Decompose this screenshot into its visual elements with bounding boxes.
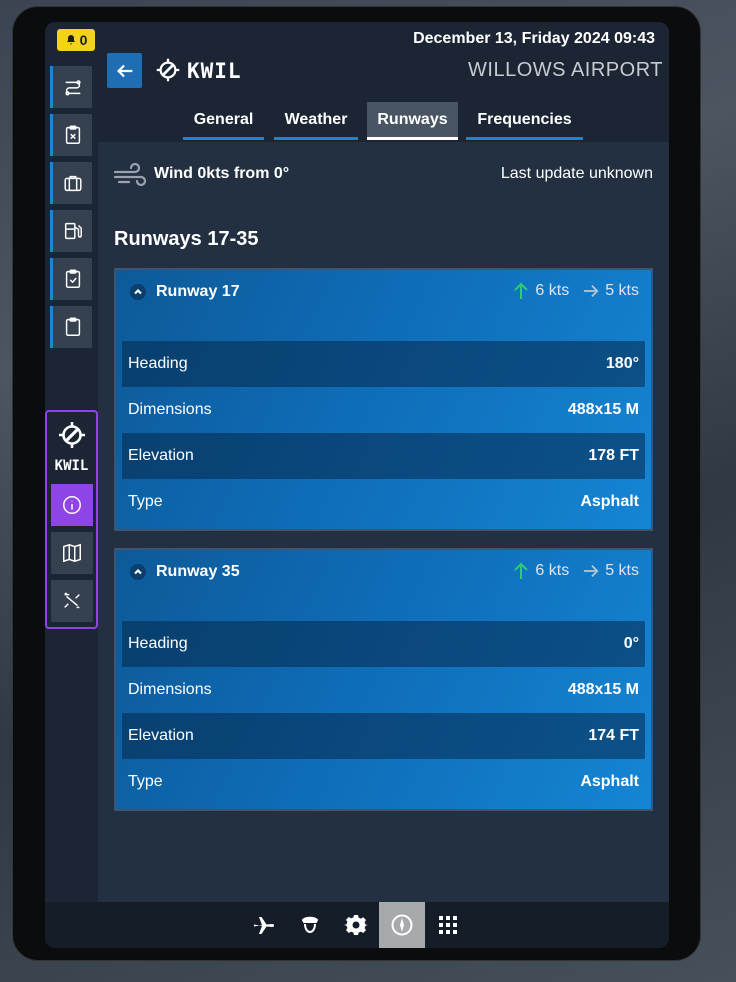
- row-label: Type: [128, 493, 163, 510]
- briefcase-icon: [63, 175, 82, 192]
- airport-icon: [156, 58, 180, 82]
- wind-icon: [113, 162, 147, 187]
- fuel-pump-icon: [64, 222, 82, 240]
- notification-count: 0: [79, 32, 88, 48]
- notification-badge[interactable]: 0: [57, 29, 95, 51]
- runway-elevation-row: Elevation 174 FT: [122, 713, 645, 759]
- crosswind: 5 kts: [583, 562, 639, 580]
- tab-frequencies[interactable]: Frequencies: [466, 102, 583, 140]
- bottom-nav-bar: [45, 902, 669, 948]
- bell-icon: [66, 35, 75, 45]
- chevron-up-icon: [130, 284, 146, 300]
- wind-summary: Wind 0kts from 0°: [154, 165, 290, 182]
- row-value: 0°: [623, 635, 639, 652]
- tab-general[interactable]: General: [183, 102, 264, 140]
- airport-map-button[interactable]: [51, 532, 93, 574]
- row-value: Asphalt: [580, 493, 639, 510]
- row-label: Elevation: [128, 447, 194, 464]
- airport-panel: KWIL: [45, 410, 98, 629]
- sidebar-checklist-x-button[interactable]: [50, 114, 92, 156]
- airport-ident: KWIL: [187, 59, 242, 83]
- row-label: Heading: [128, 635, 188, 652]
- headwind-value: 6 kts: [535, 282, 570, 299]
- row-value: 174 FT: [588, 727, 639, 744]
- row-value: 180°: [605, 355, 639, 372]
- back-button[interactable]: [107, 53, 142, 88]
- sidebar-route-settings-button[interactable]: [50, 66, 92, 108]
- arrow-right-icon: [584, 285, 599, 297]
- arrow-left-icon: [116, 64, 132, 77]
- clipboard-check-icon: [65, 269, 80, 288]
- row-value: 488x15 M: [567, 401, 639, 418]
- runways-section-title: Runways 17-35: [114, 228, 259, 250]
- row-label: Dimensions: [128, 681, 212, 698]
- runway-wind-components: 6 kts 5 kts: [513, 282, 639, 300]
- runway-wind-components: 6 kts 5 kts: [513, 562, 639, 580]
- crosswind-value: 5 kts: [605, 562, 639, 579]
- sidebar-fuel-button[interactable]: [50, 210, 92, 252]
- runway-heading-row: Heading 0°: [122, 621, 645, 667]
- headwind: 6 kts: [513, 562, 569, 580]
- tab-bar: General Weather Runways Frequencies: [98, 100, 669, 142]
- runway-title: Runway 35: [156, 563, 240, 580]
- runway-type-row: Type Asphalt: [122, 479, 645, 525]
- nav-settings-button[interactable]: [333, 902, 379, 948]
- nav-pilot-button[interactable]: [287, 902, 333, 948]
- pilot-icon: [301, 916, 319, 934]
- airport-name: WILLOWS AIRPORT: [468, 59, 663, 81]
- runway-elevation-row: Elevation 178 FT: [122, 433, 645, 479]
- sidebar-checklist-done-button[interactable]: [50, 258, 92, 300]
- efb-screen: 0 December 13, Friday 2024 09:43 KWIL KW…: [45, 22, 669, 948]
- row-label: Heading: [128, 355, 188, 372]
- crosswind-value: 5 kts: [605, 282, 639, 299]
- row-label: Dimensions: [128, 401, 212, 418]
- runway-dimensions-row: Dimensions 488x15 M: [122, 667, 645, 713]
- compass-icon: [391, 914, 413, 936]
- tab-runways[interactable]: Runways: [367, 102, 458, 140]
- arrow-right-icon: [584, 565, 599, 577]
- airplane-icon: [254, 917, 274, 934]
- airport-route-button[interactable]: [51, 580, 93, 622]
- runway-header[interactable]: Runway 35: [130, 563, 240, 581]
- row-label: Elevation: [128, 727, 194, 744]
- gear-icon: [344, 915, 368, 935]
- nav-compass-button[interactable]: [379, 902, 425, 948]
- headwind-value: 6 kts: [535, 562, 570, 579]
- crosswind: 5 kts: [583, 282, 639, 300]
- runway-dimensions-row: Dimensions 488x15 M: [122, 387, 645, 433]
- map-icon: [63, 543, 81, 563]
- route-icon: [64, 592, 80, 609]
- runway-title: Runway 17: [156, 283, 240, 300]
- row-label: Type: [128, 773, 163, 790]
- route-settings-icon: [64, 80, 81, 96]
- airport-icon: [59, 422, 85, 448]
- chevron-up-icon: [130, 564, 146, 580]
- sidebar-briefcase-button[interactable]: [50, 162, 92, 204]
- row-value: 178 FT: [588, 447, 639, 464]
- runway-card: Runway 17 6 kts 5 kts Heading 180° Dimen…: [114, 268, 653, 531]
- nav-apps-button[interactable]: [425, 902, 471, 948]
- nav-aircraft-button[interactable]: [241, 902, 287, 948]
- clipboard-x-icon: [65, 125, 80, 144]
- tab-weather[interactable]: Weather: [274, 102, 358, 140]
- datetime: December 13, Friday 2024 09:43: [413, 30, 655, 47]
- headwind: 6 kts: [513, 282, 569, 300]
- arrow-up-icon: [514, 562, 529, 579]
- runway-type-row: Type Asphalt: [122, 759, 645, 805]
- last-update: Last update unknown: [500, 165, 653, 182]
- row-value: Asphalt: [580, 773, 639, 790]
- arrow-up-icon: [514, 282, 529, 299]
- info-icon: [63, 496, 81, 514]
- airport-info-button[interactable]: [51, 484, 93, 526]
- clipboard-icon: [65, 317, 80, 336]
- sidebar-clipboard-button[interactable]: [50, 306, 92, 348]
- airport-panel-code: KWIL: [54, 458, 89, 474]
- runway-heading-row: Heading 180°: [122, 341, 645, 387]
- runway-header[interactable]: Runway 17: [130, 283, 240, 301]
- runway-card: Runway 35 6 kts 5 kts Heading 0° Dimensi…: [114, 548, 653, 811]
- row-value: 488x15 M: [567, 681, 639, 698]
- grid-icon: [439, 916, 457, 934]
